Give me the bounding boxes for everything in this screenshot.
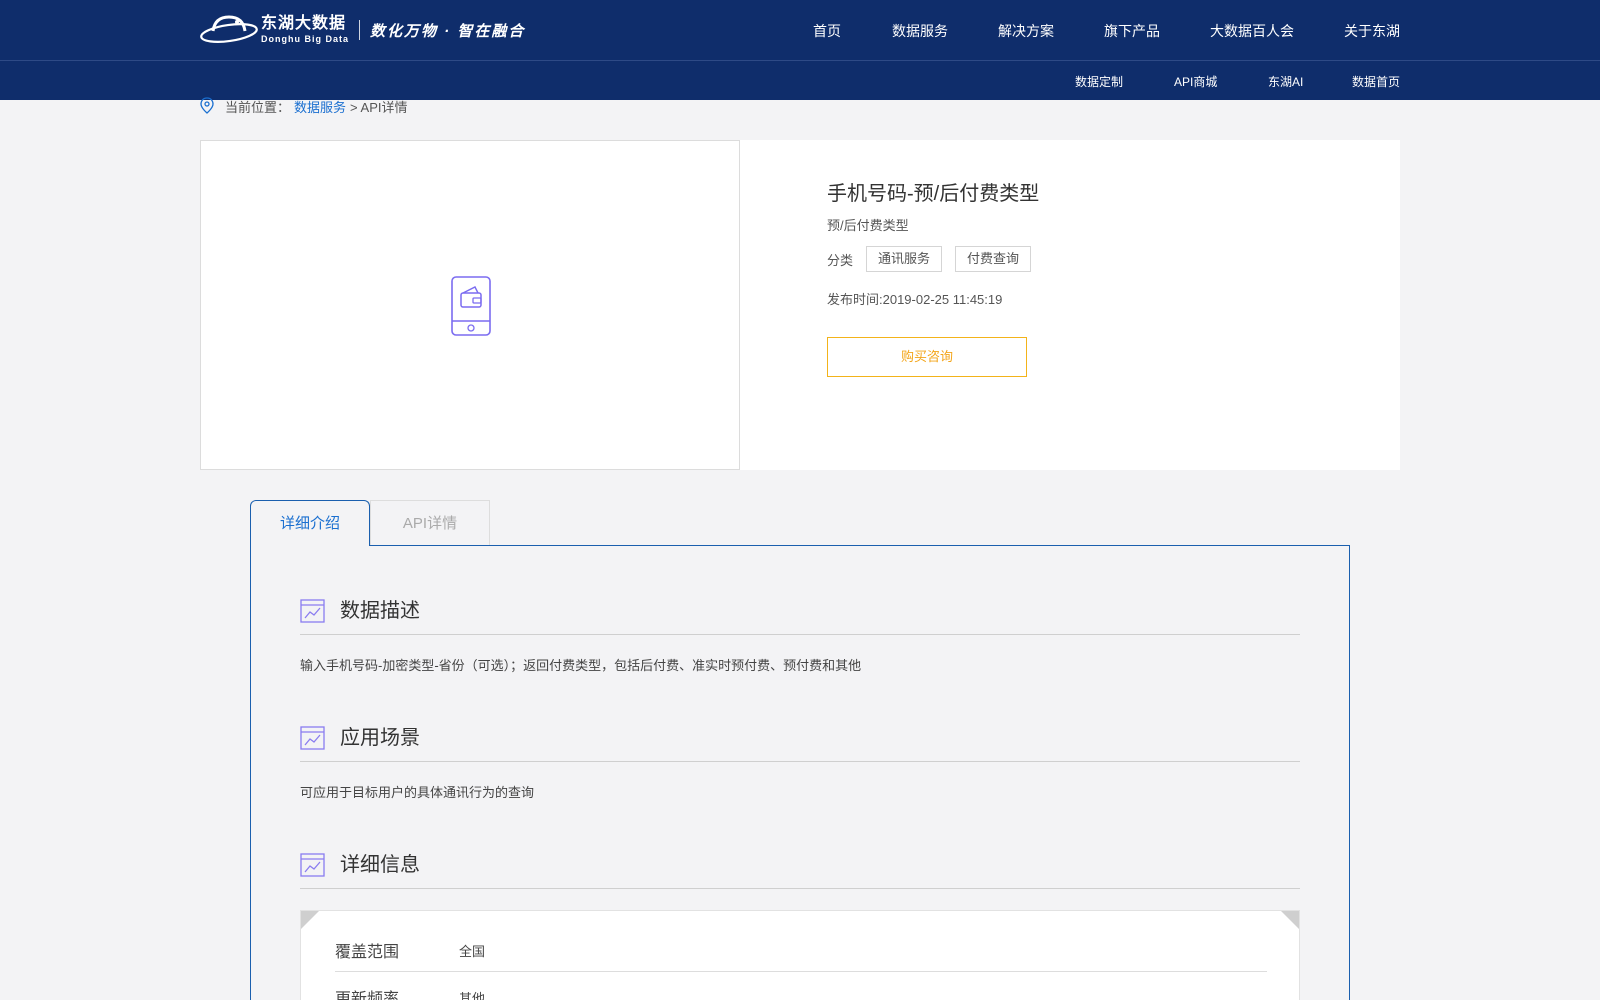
chart-window-icon — [300, 853, 325, 877]
breadcrumb-current: > API详情 — [350, 99, 408, 115]
section-header-scenario: 应用场景 — [300, 726, 1300, 762]
logo-slogan: 数化万物 · 智在融合 — [370, 22, 526, 40]
nav-about[interactable]: 关于东湖 — [1344, 21, 1400, 41]
logo-cn: 东湖大数据 — [261, 15, 347, 32]
section-title-details: 详细信息 — [340, 854, 420, 876]
chart-window-icon — [300, 599, 325, 623]
breadcrumb: 当前位置： 数据服务 > API详情 — [199, 97, 407, 115]
subnav-data-home[interactable]: 数据首页 — [1352, 73, 1400, 90]
product-subtitle: 预/后付费类型 — [827, 218, 909, 233]
product-card: 手机号码-预/后付费类型 预/后付费类型 分类 通讯服务 付费查询 发布时间:2… — [200, 140, 1400, 470]
logo-text: 东湖大数据 Donghu Big Data — [261, 16, 349, 44]
site-logo[interactable]: 东湖大数据 Donghu Big Data 数化万物 · 智在融合 — [199, 13, 525, 47]
product-title: 手机号码-预/后付费类型 — [827, 183, 1040, 205]
corner-decoration — [301, 911, 319, 929]
nav-products[interactable]: 旗下产品 — [1104, 21, 1160, 41]
detail-panel: 数据描述 输入手机号码-加密类型-省份（可选）；返回付费类型，包括后付费、准实时… — [250, 545, 1350, 1000]
scenario-text: 可应用于目标用户的具体通讯行为的查询 — [300, 785, 535, 800]
detail-label: 覆盖范围 — [335, 944, 400, 961]
detail-value: 全国 — [459, 944, 486, 959]
category-label: 分类 — [827, 252, 854, 268]
tab-api-detail[interactable]: API详情 — [370, 500, 490, 546]
mobile-wallet-icon — [451, 276, 491, 336]
table-row: 更新频率 其他 — [335, 972, 1267, 1000]
location-pin-icon — [200, 97, 214, 114]
tab-detail-intro[interactable]: 详细介绍 — [250, 500, 370, 546]
nav-home[interactable]: 首页 — [813, 21, 841, 41]
nav-bigdata-club[interactable]: 大数据百人会 — [1210, 21, 1294, 41]
nav-data-service[interactable]: 数据服务 — [892, 21, 948, 41]
product-category: 分类 通讯服务 付费查询 — [827, 246, 1032, 272]
planet-logo-icon — [200, 15, 258, 43]
breadcrumb-link-data-service[interactable]: 数据服务 — [294, 97, 346, 116]
details-table: 覆盖范围 全国 更新频率 其他 — [300, 910, 1300, 1000]
subnav-donghu-ai[interactable]: 东湖AI — [1268, 73, 1303, 90]
section-header-description: 数据描述 — [300, 599, 1300, 635]
buy-consult-button[interactable]: 购买咨询 — [827, 337, 1027, 377]
detail-label: 更新频率 — [335, 991, 400, 1000]
subnav-data-custom[interactable]: 数据定制 — [1075, 73, 1123, 90]
breadcrumb-prefix: 当前位置： — [225, 99, 291, 115]
logo-divider — [359, 20, 360, 40]
section-header-details: 详细信息 — [300, 853, 1300, 889]
chart-window-icon — [300, 726, 325, 750]
tag-billing-query[interactable]: 付费查询 — [955, 246, 1032, 272]
corner-decoration — [1281, 911, 1299, 929]
tag-telecom[interactable]: 通讯服务 — [866, 246, 943, 272]
subnav-api-store[interactable]: API商城 — [1174, 73, 1217, 90]
nav-solutions[interactable]: 解决方案 — [998, 21, 1054, 41]
publish-time: 发布时间:2019-02-25 11:45:19 — [827, 292, 1003, 307]
product-image-box — [200, 140, 740, 470]
logo-en: Donghu Big Data — [261, 34, 349, 44]
section-title-description: 数据描述 — [340, 600, 420, 622]
table-row: 覆盖范围 全国 — [335, 911, 1267, 972]
description-text: 输入手机号码-加密类型-省份（可选）；返回付费类型，包括后付费、准实时预付费、预… — [300, 658, 862, 673]
detail-value: 其他 — [459, 991, 486, 1000]
section-title-scenario: 应用场景 — [340, 727, 420, 749]
